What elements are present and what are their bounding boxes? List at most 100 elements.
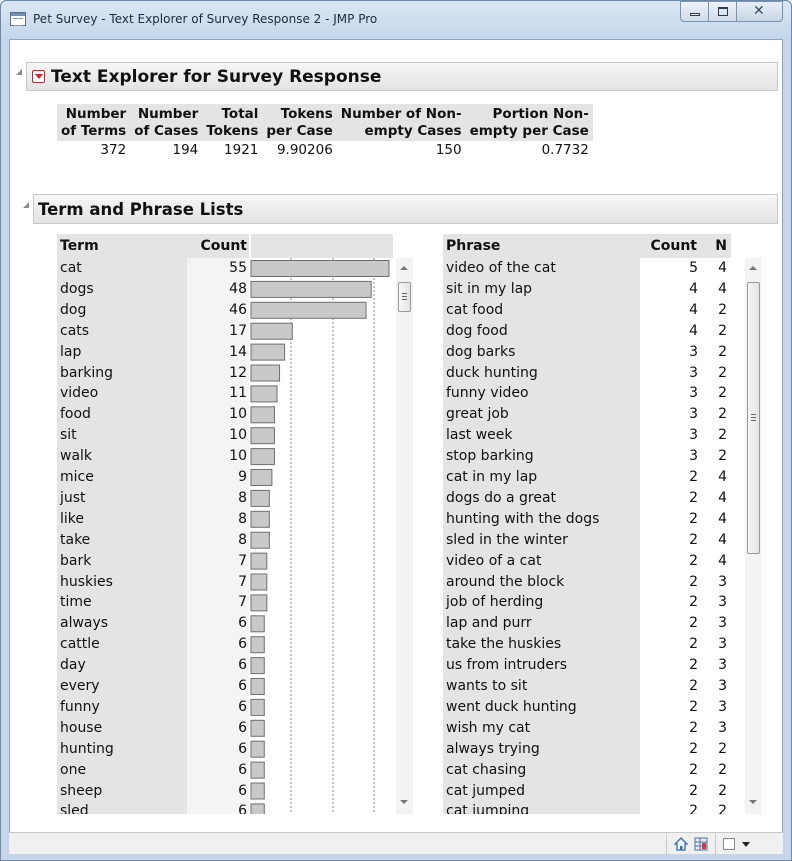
term-cell[interactable]: barking xyxy=(60,363,113,384)
phrase-count-cell[interactable]: 4 xyxy=(640,321,698,342)
phrase-cell[interactable]: lap and purr xyxy=(446,613,532,634)
phrase-n-cell[interactable]: 4 xyxy=(699,279,727,300)
text-explorer-outline-header[interactable]: Text Explorer for Survey Response xyxy=(26,62,778,91)
phrase-cell[interactable]: duck hunting xyxy=(446,363,538,384)
term-count-cell[interactable]: 46 xyxy=(187,300,247,321)
phrase-cell[interactable]: dogs do a great xyxy=(446,488,556,509)
phrase-n-cell[interactable]: 3 xyxy=(699,572,727,593)
phrase-n-cell[interactable]: 3 xyxy=(699,655,727,676)
maximize-button[interactable] xyxy=(708,1,737,22)
home-icon[interactable] xyxy=(674,837,688,851)
phrase-count-cell[interactable]: 3 xyxy=(640,404,698,425)
term-cell[interactable]: dog xyxy=(60,300,86,321)
term-count-cell[interactable]: 8 xyxy=(187,488,247,509)
phrase-count-cell[interactable]: 2 xyxy=(640,509,698,530)
term-cell[interactable]: cats xyxy=(60,321,89,342)
phrase-list-scrollbar[interactable] xyxy=(745,258,762,814)
term-scroll-thumb[interactable] xyxy=(398,282,411,312)
phrase-cell[interactable]: cat chasing xyxy=(446,760,526,781)
phrase-n-cell[interactable]: 4 xyxy=(699,509,727,530)
term-list-scrollbar[interactable] xyxy=(396,258,413,814)
phrase-cell[interactable]: last week xyxy=(446,425,513,446)
term-cell[interactable]: time xyxy=(60,592,92,613)
phrase-n-cell[interactable]: 4 xyxy=(699,467,727,488)
phrase-count-cell[interactable]: 2 xyxy=(640,718,698,739)
phrase-count-cell[interactable]: 3 xyxy=(640,446,698,467)
phrase-count-cell[interactable]: 2 xyxy=(640,801,698,814)
term-count-cell[interactable]: 48 xyxy=(187,279,247,300)
term-cell[interactable]: take xyxy=(60,530,90,551)
phrase-n-cell[interactable]: 3 xyxy=(699,676,727,697)
term-count-cell[interactable]: 6 xyxy=(187,760,247,781)
term-cell[interactable]: walk xyxy=(60,446,92,467)
term-cell[interactable]: every xyxy=(60,676,100,697)
phrase-cell[interactable]: cat jumping xyxy=(446,801,529,814)
phrase-n-cell[interactable]: 3 xyxy=(699,592,727,613)
term-count-cell[interactable]: 6 xyxy=(187,613,247,634)
n-column-header[interactable]: N xyxy=(699,234,731,258)
phrase-n-cell[interactable]: 2 xyxy=(699,342,727,363)
phrase-count-cell[interactable]: 2 xyxy=(640,551,698,572)
phrase-cell[interactable]: cat jumped xyxy=(446,781,525,802)
term-count-cell[interactable]: 6 xyxy=(187,655,247,676)
close-button[interactable]: ✕ xyxy=(736,1,783,22)
scroll-down-icon[interactable] xyxy=(749,800,757,804)
disclosure-triangle-icon[interactable] xyxy=(16,69,22,75)
phrase-cell[interactable]: stop barking xyxy=(446,446,534,467)
jmp-app-icon[interactable] xyxy=(10,12,26,26)
term-count-cell[interactable]: 6 xyxy=(187,676,247,697)
phrase-count-cell[interactable]: 5 xyxy=(640,258,698,279)
phrase-count-cell[interactable]: 4 xyxy=(640,300,698,321)
term-column-header[interactable]: Term xyxy=(57,234,187,258)
phrase-cell[interactable]: job of herding xyxy=(446,592,543,613)
phrase-count-cell[interactable]: 2 xyxy=(640,572,698,593)
term-count-cell[interactable]: 12 xyxy=(187,363,247,384)
phrase-cell[interactable]: sled in the winter xyxy=(446,530,568,551)
term-cell[interactable]: hunting xyxy=(60,739,114,760)
title-bar[interactable]: Pet Survey - Text Explorer of Survey Res… xyxy=(1,1,791,39)
phrase-count-cell[interactable]: 2 xyxy=(640,467,698,488)
term-count-cell[interactable]: 11 xyxy=(187,383,247,404)
term-cell[interactable]: day xyxy=(60,655,86,676)
phrase-n-cell[interactable]: 4 xyxy=(699,530,727,551)
phrase-n-cell[interactable]: 2 xyxy=(699,781,727,802)
phrase-count-cell[interactable]: 2 xyxy=(640,760,698,781)
phrase-count-cell[interactable]: 2 xyxy=(640,676,698,697)
phrase-n-cell[interactable]: 2 xyxy=(699,300,727,321)
term-count-cell[interactable]: 8 xyxy=(187,530,247,551)
term-count-cell[interactable]: 17 xyxy=(187,321,247,342)
count-column-header[interactable]: Count xyxy=(187,234,249,258)
phrase-cell[interactable]: video of the cat xyxy=(446,258,556,279)
phrase-list[interactable]: Phrase Count N video of the cat 5 4 sit in … xyxy=(443,234,763,814)
phrase-n-cell[interactable]: 2 xyxy=(699,760,727,781)
phrase-column-header[interactable]: Phrase xyxy=(443,234,640,258)
phrase-count-cell[interactable]: 4 xyxy=(640,279,698,300)
phrase-count-cell[interactable]: 2 xyxy=(640,488,698,509)
phrase-count-cell[interactable]: 2 xyxy=(640,697,698,718)
phrase-cell[interactable]: sit in my lap xyxy=(446,279,532,300)
phrase-n-cell[interactable]: 2 xyxy=(699,321,727,342)
phrase-n-cell[interactable]: 3 xyxy=(699,697,727,718)
scroll-up-icon[interactable] xyxy=(400,266,408,270)
term-cell[interactable]: always xyxy=(60,613,108,634)
term-cell[interactable]: funny xyxy=(60,697,100,718)
phrase-cell[interactable]: funny video xyxy=(446,383,529,404)
minimize-button[interactable] xyxy=(680,1,709,22)
term-cell[interactable]: one xyxy=(60,760,86,781)
term-cell[interactable]: sheep xyxy=(60,781,102,802)
term-cell[interactable]: cat xyxy=(60,258,82,279)
term-count-cell[interactable]: 55 xyxy=(187,258,247,279)
phrase-cell[interactable]: great job xyxy=(446,404,509,425)
scroll-down-icon[interactable] xyxy=(400,800,408,804)
term-cell[interactable]: sled xyxy=(60,801,89,814)
phrase-count-cell[interactable]: 3 xyxy=(640,363,698,384)
phrase-scroll-thumb[interactable] xyxy=(747,282,760,554)
phrase-count-cell[interactable]: 2 xyxy=(640,530,698,551)
phrase-n-cell[interactable]: 4 xyxy=(699,551,727,572)
term-count-cell[interactable]: 6 xyxy=(187,801,247,814)
phrase-n-cell[interactable]: 4 xyxy=(699,488,727,509)
term-count-cell[interactable]: 6 xyxy=(187,739,247,760)
phrase-n-cell[interactable]: 2 xyxy=(699,801,727,814)
phrase-cell[interactable]: went duck hunting xyxy=(446,697,577,718)
term-cell[interactable]: cattle xyxy=(60,634,100,655)
